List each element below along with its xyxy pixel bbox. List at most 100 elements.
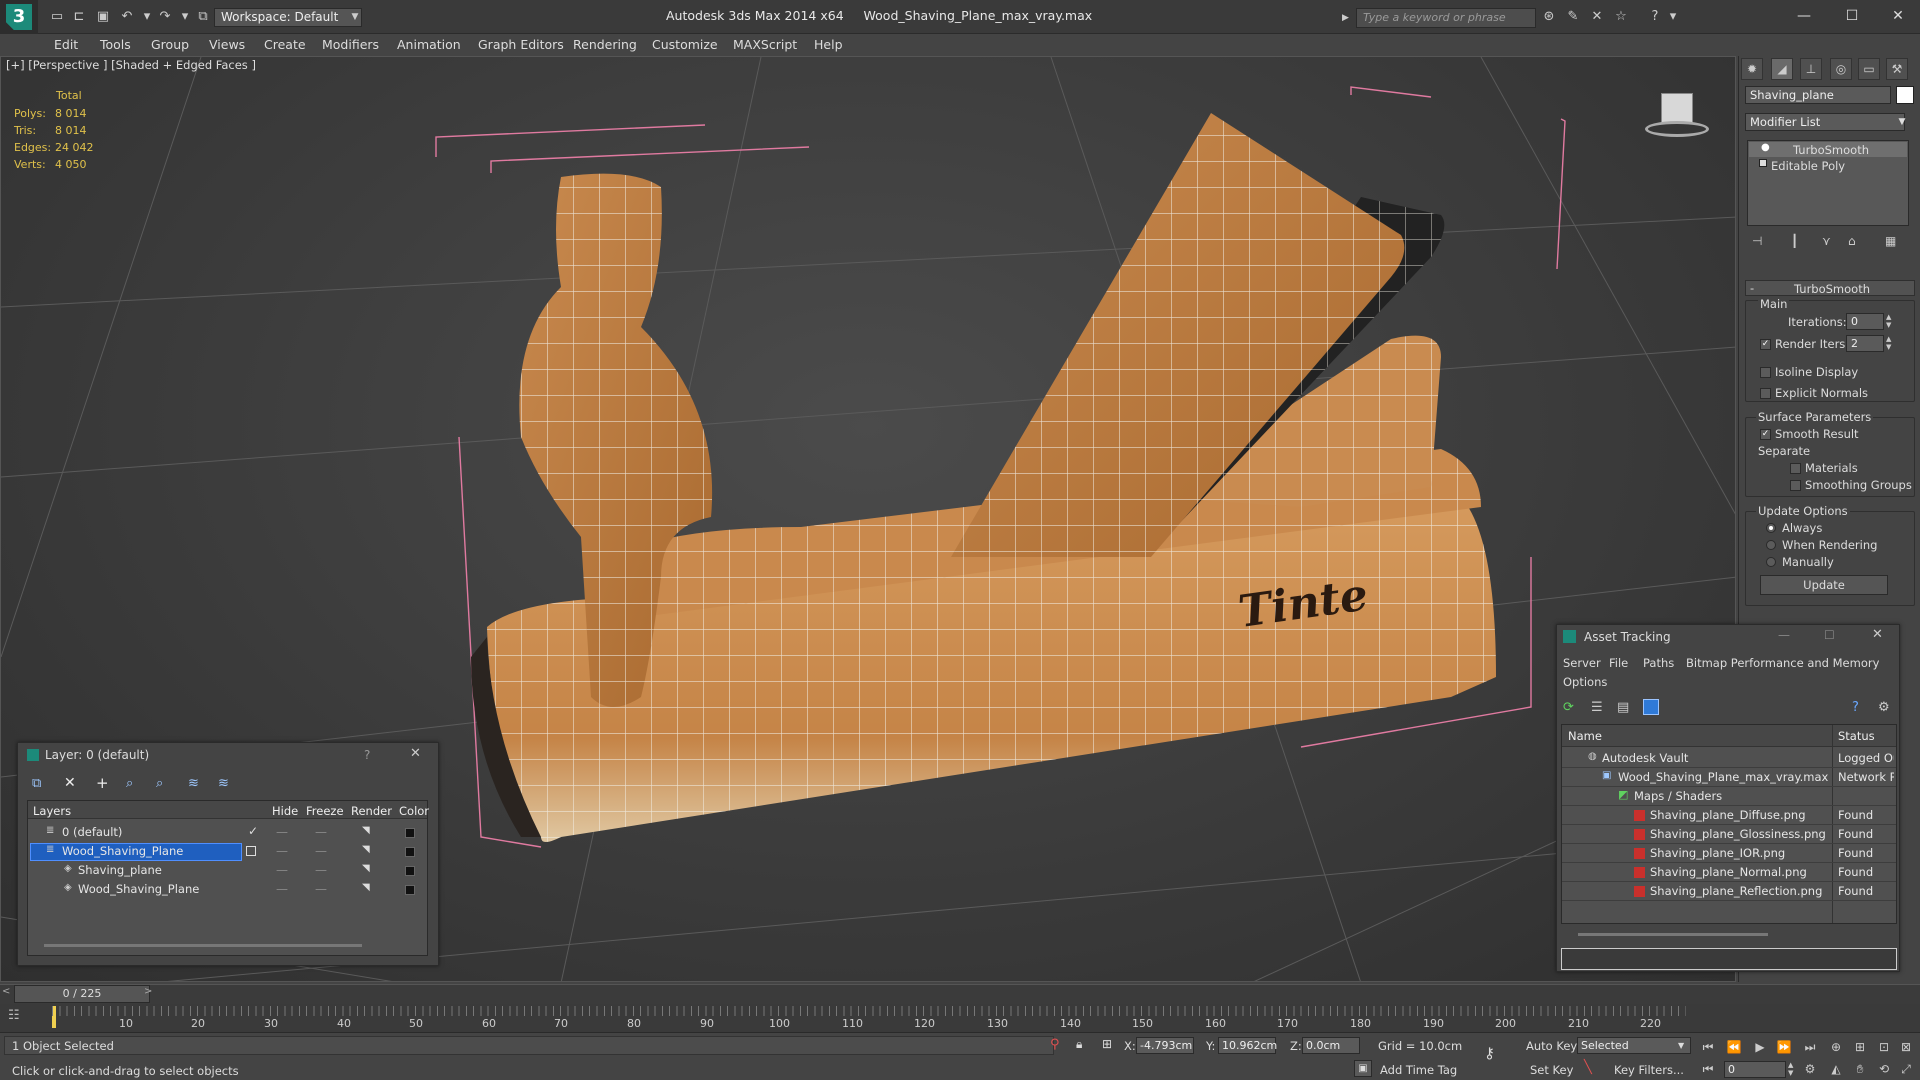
chevron-down-icon[interactable]: ▼ [348, 8, 362, 27]
modifier-list-dropdown[interactable]: Modifier List [1745, 113, 1905, 131]
menu-views[interactable]: Views [209, 37, 245, 52]
layer-color-swatch[interactable] [405, 866, 415, 876]
pin-stack-icon[interactable]: ⊣ [1752, 234, 1762, 248]
redo-dropdown-icon[interactable]: ▾ [176, 8, 194, 26]
freeze-toggle[interactable]: — [315, 844, 327, 858]
smoothing-groups-checkbox[interactable] [1790, 480, 1801, 491]
help-dropdown-icon[interactable]: ▾ [1664, 8, 1682, 26]
column-color[interactable]: Color [399, 804, 429, 818]
utilities-tab-icon[interactable]: ⚒ [1886, 58, 1908, 80]
workspace-dropdown[interactable]: Workspace: Default [214, 8, 362, 27]
exchange-icon[interactable]: ✕ [1588, 8, 1606, 26]
list-item[interactable]: ▣ Wood_Shaving_Plane_max_vray.max Networ… [1562, 769, 1896, 787]
tree-view-icon[interactable]: ▤ [1617, 700, 1629, 715]
time-configuration-icon[interactable]: ⚙ [1800, 1062, 1820, 1076]
key-filters-button[interactable]: Key Filters... [1614, 1063, 1684, 1077]
star-icon[interactable]: ☆ [1612, 8, 1630, 26]
absolute-mode-icon[interactable]: ⊞ [1102, 1037, 1112, 1051]
asset-path-field[interactable] [1561, 948, 1897, 970]
time-next-icon[interactable]: > [144, 986, 152, 997]
time-tag-icon[interactable]: ▣ [1354, 1060, 1372, 1077]
set-key-button[interactable]: Set Key [1530, 1063, 1573, 1077]
render-teapot-icon[interactable]: ◥ [362, 882, 370, 893]
chevron-down-icon[interactable]: ▼ [1678, 1037, 1684, 1054]
turbosmooth-rollout-header[interactable]: - TurboSmooth [1745, 280, 1915, 296]
asset-menu-file[interactable]: File [1609, 656, 1628, 670]
maximize-button[interactable]: ☐ [1834, 4, 1870, 28]
menu-help[interactable]: Help [814, 37, 843, 52]
viewcube[interactable] [1641, 87, 1711, 141]
always-radio[interactable] [1766, 523, 1776, 533]
update-button[interactable]: Update [1760, 575, 1888, 595]
motion-tab-icon[interactable]: ◎ [1830, 58, 1852, 80]
iterations-spinner[interactable]: 0 [1846, 313, 1884, 330]
add-time-tag[interactable]: Add Time Tag [1380, 1063, 1457, 1077]
active-check-icon[interactable]: ✓ [248, 824, 258, 838]
go-to-end-icon[interactable]: ⏭ [1800, 1040, 1820, 1055]
create-tab-icon[interactable]: ✹ [1741, 58, 1763, 80]
show-end-result-icon[interactable]: ┃ [1791, 234, 1798, 248]
make-unique-icon[interactable]: ⋎ [1822, 234, 1831, 248]
search-expand-icon[interactable]: ▶ [1342, 10, 1352, 26]
app-logo-button[interactable]: 3 [0, 0, 38, 34]
layer-row[interactable]: ≣ Wood_Shaving_Plane — — ◥ [28, 843, 427, 861]
asset-menu-options[interactable]: Options [1563, 675, 1607, 689]
hide-toggle[interactable]: — [276, 825, 288, 839]
object-name-input[interactable]: Shaving_plane [1745, 86, 1891, 104]
layer-row[interactable]: ≣ 0 (default) ✓ — — ◥ [28, 824, 427, 842]
go-to-start-icon[interactable]: ⏮ [1698, 1040, 1718, 1055]
highlight-layer-icon[interactable]: ⌕ [156, 776, 163, 791]
undo-dropdown-icon[interactable]: ▾ [138, 8, 156, 26]
menu-tools[interactable]: Tools [100, 37, 131, 52]
field-of-view-icon[interactable]: ◭ [1826, 1062, 1846, 1076]
lock-icon[interactable]: 🔒︎ [1076, 1037, 1082, 1052]
render-teapot-icon[interactable]: ◥ [362, 844, 370, 855]
modify-tab-icon[interactable]: ◢ [1771, 58, 1793, 80]
list-item[interactable]: Shaving_plane_Diffuse.png Found [1562, 807, 1896, 825]
render-teapot-icon[interactable]: ◥ [362, 863, 370, 874]
lightbulb-icon[interactable]: ● [1761, 142, 1770, 153]
modifier-stack-item-editable-poly[interactable]: Editable Poly [1749, 158, 1907, 173]
new-file-icon[interactable]: ▭ [48, 8, 66, 26]
menu-modifiers[interactable]: Modifiers [322, 37, 379, 52]
zoom-all-icon[interactable]: ⊞ [1850, 1040, 1870, 1054]
list-item[interactable]: ◩ Maps / Shaders [1562, 788, 1896, 806]
minimize-button[interactable]: — [1786, 4, 1822, 28]
y-coordinate-field[interactable]: 10.962cm [1218, 1037, 1277, 1054]
isoline-display-checkbox[interactable] [1760, 367, 1771, 378]
hierarchy-tab-icon[interactable]: ⊥ [1800, 58, 1822, 80]
menu-group[interactable]: Group [151, 37, 189, 52]
list-item[interactable]: Shaving_plane_Glossiness.png Found [1562, 826, 1896, 844]
curve-editor-icon[interactable]: ☷ [8, 1008, 20, 1023]
active-box-icon[interactable] [246, 846, 256, 856]
configure-sets-icon[interactable]: ▦ [1885, 234, 1896, 248]
help-icon[interactable]: ? [1852, 700, 1859, 715]
list-item[interactable]: ◍ Autodesk Vault Logged Ou [1562, 750, 1896, 768]
settings-icon[interactable]: ⚙ [1878, 700, 1890, 715]
menu-graph-editors[interactable]: Graph Editors [478, 37, 564, 52]
render-teapot-icon[interactable]: ◥ [362, 825, 370, 836]
spinner-arrows-icon[interactable]: ▲ ▼ [1886, 313, 1894, 330]
delete-layer-icon[interactable]: ✕ [64, 775, 76, 791]
list-item[interactable]: Shaving_plane_IOR.png Found [1562, 845, 1896, 863]
close-button[interactable]: ✕ [1880, 4, 1916, 28]
when-rendering-radio[interactable] [1766, 540, 1776, 550]
menu-rendering[interactable]: Rendering [573, 37, 637, 52]
minimize-icon[interactable]: — [1778, 628, 1790, 642]
close-icon[interactable]: ✕ [1872, 627, 1883, 642]
column-name[interactable]: Name [1568, 729, 1602, 743]
viewcube-ring-icon[interactable] [1645, 121, 1709, 137]
materials-checkbox[interactable] [1790, 463, 1801, 474]
list-item[interactable]: Shaving_plane_Reflection.png Found [1562, 883, 1896, 901]
layer-row[interactable]: ◈ Shaving_plane — — ◥ [28, 862, 427, 880]
key-mode-dropdown[interactable]: Selected [1577, 1037, 1691, 1054]
time-slider-thumb[interactable]: 0 / 225 [14, 985, 150, 1003]
zoom-extents-all-icon[interactable]: ⊠ [1896, 1040, 1916, 1054]
column-status[interactable]: Status [1838, 729, 1875, 743]
binoculars-icon[interactable]: ⊛ [1540, 8, 1558, 26]
chevron-down-icon[interactable]: ▼ [1895, 113, 1909, 131]
explicit-normals-checkbox[interactable] [1760, 388, 1771, 399]
redo-icon[interactable]: ↷ [156, 8, 174, 26]
horizontal-scrollbar[interactable] [44, 944, 362, 947]
hide-toggle[interactable]: — [276, 882, 288, 896]
